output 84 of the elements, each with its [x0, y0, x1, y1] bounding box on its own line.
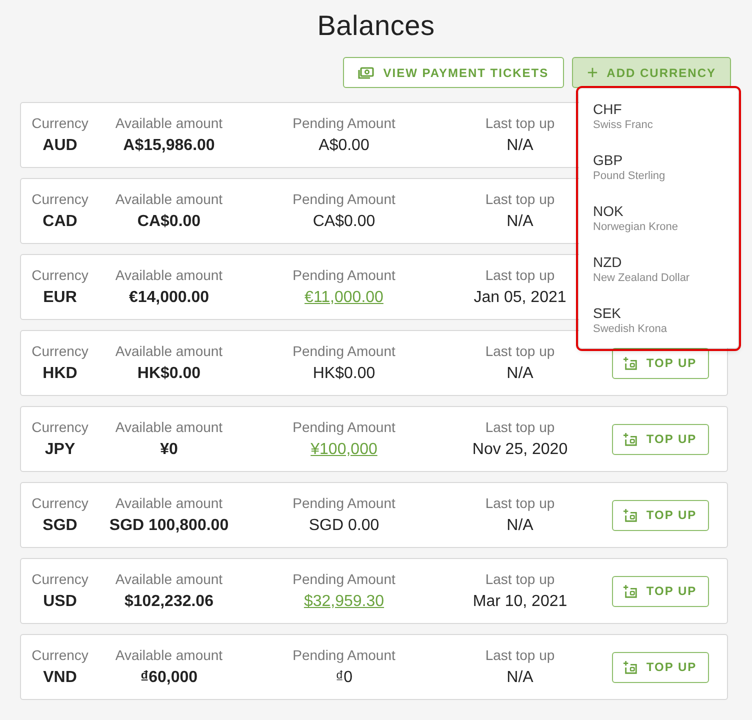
last-top-up-date: N/A — [506, 137, 534, 155]
top-up-button[interactable]: TOP UP — [612, 348, 708, 378]
pending-amount-link[interactable]: $32,959.30 — [304, 593, 384, 611]
pending-amount: HK$0.00 — [312, 365, 376, 383]
menu-item[interactable]: NZD New Zealand Dollar — [579, 246, 738, 297]
currency-code: JPY — [44, 441, 76, 459]
currency-code: CAD — [42, 213, 78, 231]
column-label: Currency — [32, 267, 88, 283]
column-label: Pending Amount — [292, 267, 396, 283]
available-amount: A$15,986.00 — [123, 137, 215, 155]
wallet-plus-icon — [623, 660, 638, 674]
currency-code: VND — [43, 669, 77, 687]
column-label: Last top up — [485, 343, 555, 359]
last-top-up-date: Mar 10, 2021 — [472, 593, 568, 611]
column-label: Currency — [32, 115, 88, 131]
column-label: Last top up — [485, 647, 555, 663]
last-top-up-date: Jan 05, 2021 — [474, 289, 566, 307]
currency-code: AUD — [42, 137, 78, 155]
banknote-icon — [358, 66, 374, 78]
column-label: Pending Amount — [292, 115, 396, 131]
column-label: Last top up — [485, 267, 555, 283]
available-amount: ¥0 — [160, 441, 178, 459]
last-top-up-date: N/A — [506, 213, 534, 231]
currency-code: HKD — [42, 365, 78, 383]
currency-code: USD — [43, 593, 77, 611]
view-tickets-button[interactable]: VIEW PAYMENT TICKETS — [343, 57, 564, 88]
column-label: Pending Amount — [292, 647, 396, 663]
plus-icon — [586, 67, 598, 78]
column-label: Currency — [32, 191, 88, 207]
column-label: Last top up — [485, 571, 555, 587]
column-label: Currency — [32, 495, 88, 511]
available-amount: €14,000.00 — [128, 289, 210, 307]
column-label: Available amount — [115, 115, 223, 131]
menu-item[interactable]: SEK Swedish Krona — [579, 297, 738, 348]
column-label: Currency — [32, 419, 88, 435]
column-label: Available amount — [115, 191, 223, 207]
column-label: Available amount — [115, 343, 223, 359]
column-label: Currency — [32, 647, 88, 663]
last-top-up-date: N/A — [506, 669, 534, 687]
column-label: Pending Amount — [292, 419, 396, 435]
column-label: Pending Amount — [292, 343, 396, 359]
menu-item[interactable]: NOK Norwegian Krone — [579, 195, 738, 246]
currency-code: SGD — [42, 517, 78, 535]
add-currency-button[interactable]: ADD CURRENCY — [572, 57, 731, 88]
column-label: Pending Amount — [292, 191, 396, 207]
available-amount: ₫60,000 — [140, 669, 198, 687]
page-title: Balances — [316, 9, 436, 43]
column-label: Available amount — [115, 495, 223, 511]
currency-code: EUR — [43, 289, 77, 307]
column-label: Last top up — [485, 115, 555, 131]
top-up-button[interactable]: TOP UP — [612, 424, 708, 454]
pending-amount-link[interactable]: ¥100,000 — [310, 441, 378, 459]
pending-amount: ₫0 — [335, 669, 353, 687]
available-amount: SGD 100,800.00 — [109, 517, 229, 535]
column-label: Last top up — [485, 191, 555, 207]
column-label: Currency — [32, 343, 88, 359]
column-label: Available amount — [115, 571, 223, 587]
menu-item[interactable]: GBP Pound Sterling — [579, 144, 738, 195]
column-label: Pending Amount — [292, 495, 396, 511]
wallet-plus-icon — [623, 432, 638, 446]
last-top-up-date: N/A — [506, 365, 534, 383]
wallet-plus-icon — [623, 356, 638, 370]
column-label: Currency — [32, 571, 88, 587]
top-up-button[interactable]: TOP UP — [612, 576, 708, 606]
pending-amount: A$0.00 — [318, 137, 370, 155]
top-up-button[interactable]: TOP UP — [612, 500, 708, 530]
column-label: Available amount — [115, 419, 223, 435]
pending-amount: CA$0.00 — [312, 213, 376, 231]
menu-item[interactable]: CHF Swiss Franc — [579, 93, 738, 144]
column-label: Last top up — [485, 495, 555, 511]
last-top-up-date: Nov 25, 2020 — [472, 441, 568, 459]
column-label: Available amount — [115, 267, 223, 283]
wallet-plus-icon — [623, 584, 638, 598]
available-amount: HK$0.00 — [137, 365, 201, 383]
available-amount: $102,232.06 — [124, 593, 214, 611]
last-top-up-date: N/A — [506, 517, 534, 535]
pending-amount-link[interactable]: €11,000.00 — [304, 289, 384, 307]
column-label: Available amount — [115, 647, 223, 663]
pending-amount: SGD 0.00 — [308, 517, 380, 535]
top-up-button[interactable]: TOP UP — [612, 652, 708, 682]
wallet-plus-icon — [623, 508, 638, 522]
column-label: Last top up — [485, 419, 555, 435]
available-amount: CA$0.00 — [137, 213, 201, 231]
column-label: Pending Amount — [292, 571, 396, 587]
